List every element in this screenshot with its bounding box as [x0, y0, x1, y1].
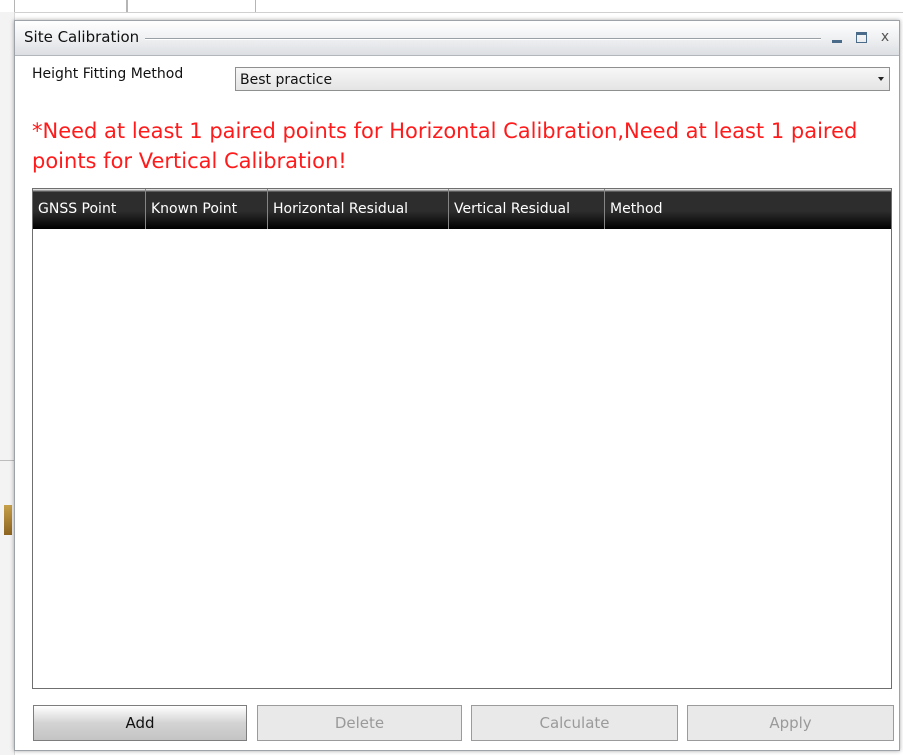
column-header-horizontal-residual[interactable]: Horizontal Residual: [268, 189, 449, 229]
column-header-vertical-residual[interactable]: Vertical Residual: [449, 189, 605, 229]
add-button[interactable]: Add: [33, 705, 247, 741]
height-fitting-method-value: Best practice: [240, 72, 333, 88]
background-tab-strip: [14, 0, 434, 12]
column-header-method[interactable]: Method: [605, 189, 891, 229]
minimize-button[interactable]: [827, 27, 847, 47]
calibration-warning-message: *Need at least 1 paired points for Horiz…: [32, 119, 858, 173]
titlebar-rule: [145, 38, 821, 39]
maximize-button[interactable]: [851, 27, 871, 47]
background-tab: [127, 0, 256, 12]
apply-button[interactable]: Apply: [687, 705, 894, 741]
dialog-title: Site Calibration: [24, 28, 140, 46]
delete-button[interactable]: Delete: [257, 705, 462, 741]
background-left-panel: [0, 12, 15, 755]
calibration-points-table[interactable]: GNSS Point Known Point Horizontal Residu…: [32, 188, 892, 689]
maximize-icon: [855, 31, 867, 43]
background-divider: [0, 460, 14, 461]
chevron-down-icon: [878, 77, 884, 81]
table-header: GNSS Point Known Point Horizontal Residu…: [33, 189, 891, 229]
dialog-content: Height Fitting Method Best practice *Nee…: [15, 56, 899, 750]
dialog-titlebar[interactable]: Site Calibration x: [15, 21, 899, 56]
column-header-gnss-point[interactable]: GNSS Point: [33, 189, 146, 229]
column-header-known-point[interactable]: Known Point: [146, 189, 268, 229]
calculate-button[interactable]: Calculate: [471, 705, 678, 741]
background-divider: [0, 12, 903, 13]
height-fitting-method-label: Height Fitting Method: [32, 66, 184, 82]
minimize-icon: [832, 39, 842, 43]
close-icon: x: [880, 29, 890, 45]
height-fitting-method-select[interactable]: Best practice: [235, 67, 890, 91]
site-calibration-dialog: Site Calibration x Height Fitting Method…: [14, 20, 900, 751]
background-tab: [14, 0, 128, 12]
background-thumbnail: [4, 505, 12, 535]
close-button[interactable]: x: [875, 27, 895, 47]
